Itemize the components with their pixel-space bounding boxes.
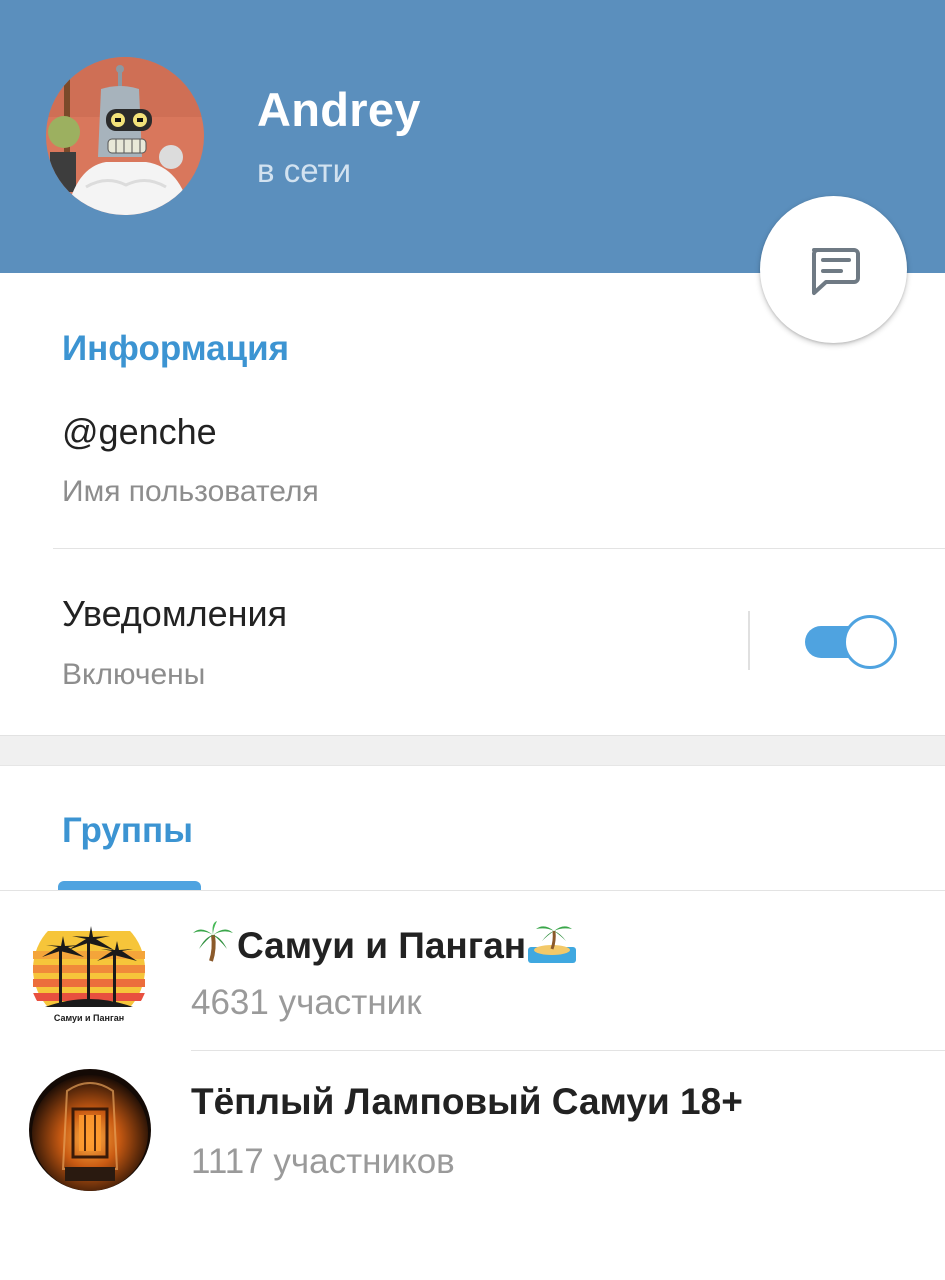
group-members: 4631 участник [191,983,422,1022]
username-value: @genche [62,411,217,452]
notifications-toggle[interactable] [805,615,897,669]
group-avatar-text: Самуи и Панган [54,1013,124,1023]
bender-avatar-icon [46,57,204,215]
vertical-separator [748,611,750,670]
username-label: Имя пользователя [62,475,319,508]
divider [191,1050,945,1051]
palm-sunset-avatar-icon: Самуи и Панган [29,911,149,1031]
group-list-item[interactable]: Тёплый Ламповый Самуи 18+ 1117 участнико… [0,1055,945,1205]
notifications-title: Уведомления [62,593,288,634]
group-name-text: Самуи и Панган [237,924,527,966]
group-avatar [29,1069,151,1191]
notifications-state: Включены [62,658,206,691]
group-members: 1117 участников [191,1142,455,1181]
user-avatar[interactable] [46,57,204,215]
divider [53,548,945,549]
user-status: в сети [257,152,352,189]
section-gap [0,735,945,766]
group-list-item[interactable]: Самуи и Панган Самуи и Панган 4631 участ… [0,895,945,1045]
info-section-title: Информация [62,329,290,368]
tab-groups[interactable]: Группы [62,811,193,851]
group-avatar: Самуи и Панган [29,911,149,1031]
send-message-button[interactable] [760,196,907,343]
toggle-knob [843,615,897,669]
palm-tree-icon [191,919,235,972]
vacuum-tube-avatar-icon [29,1069,151,1191]
desert-island-icon [528,919,577,972]
tabs-divider [0,890,945,891]
group-name: Тёплый Ламповый Самуи 18+ [191,1081,743,1122]
user-name: Andrey [257,83,421,136]
message-icon [811,247,860,295]
group-name: Самуи и Панган [191,919,577,972]
